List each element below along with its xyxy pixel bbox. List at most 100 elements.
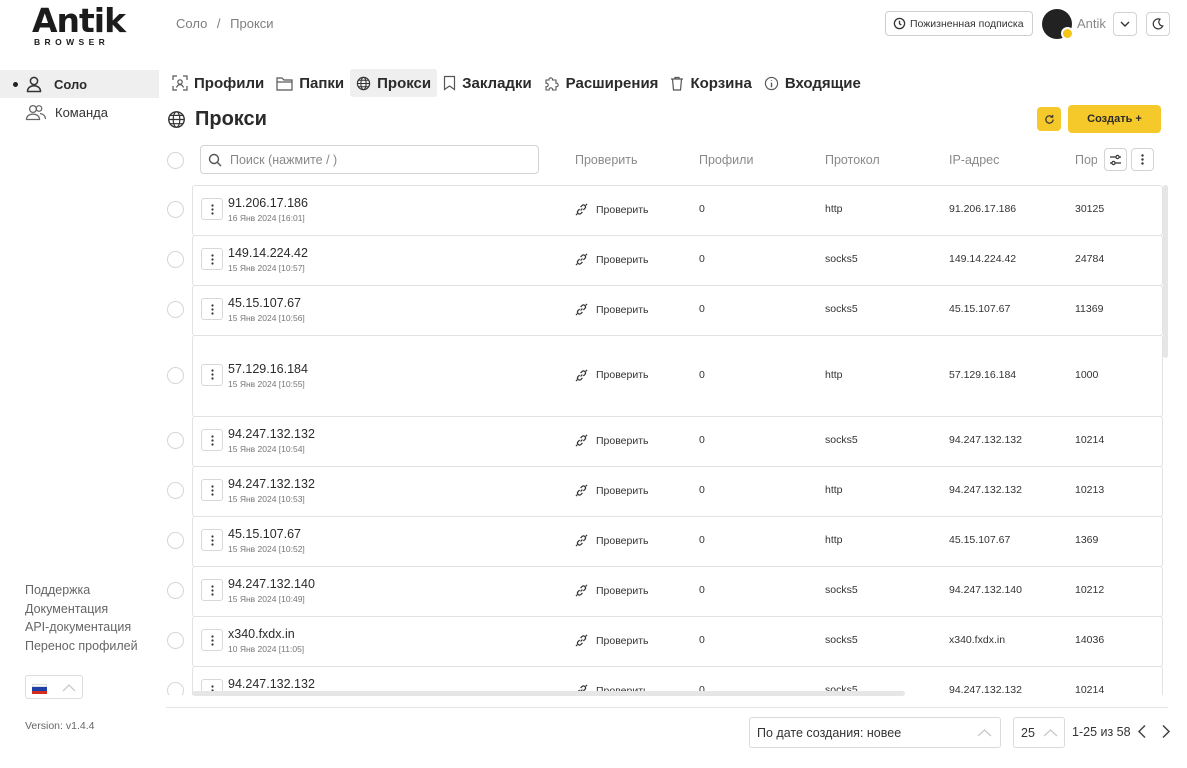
row-port: 10213 [1075,484,1105,496]
link-icon [575,484,588,497]
row-profiles: 0 [699,368,705,381]
row-check-button[interactable]: Проверить [575,634,649,647]
table-row[interactable] [192,616,1163,667]
row-name: 91.206.17.186 [228,196,308,210]
row-port: 1000 [1075,368,1099,381]
row-check-label: Проверить [596,534,649,547]
row-select-radio[interactable] [167,582,184,599]
per-page-select[interactable]: 25 [1013,717,1065,748]
row-protocol: socks5 [825,253,858,265]
more-vertical-icon [210,434,214,446]
row-ip: 91.206.17.186 [949,203,1017,215]
per-page-value: 25 [1021,725,1035,740]
link-icon [575,634,588,647]
row-date: 16 Янв 2024 [16:01] [228,213,305,223]
row-ip: 94.247.132.132 [949,434,1022,446]
row-menu-button[interactable] [201,298,223,320]
row-protocol: http [825,203,843,215]
row-check-button[interactable]: Проверить [575,369,649,382]
row-ip: 94.247.132.132 [949,684,1022,695]
row-check-button[interactable]: Проверить [575,303,649,316]
link-icon [575,203,588,216]
row-protocol: http [825,534,843,546]
row-profiles: 0 [699,584,705,596]
link-icon [575,369,588,381]
row-check-button[interactable]: Проверить [575,203,649,216]
row-menu-button[interactable] [201,363,223,386]
row-select-radio[interactable] [167,201,184,218]
row-menu-button[interactable] [201,248,223,270]
link-icon [575,434,588,447]
row-select-radio[interactable] [167,632,184,649]
row-name: 45.15.107.67 [228,527,301,541]
more-vertical-icon [210,203,214,215]
row-select-radio[interactable] [167,482,184,499]
table-row[interactable] [192,235,1163,286]
row-protocol: socks5 [825,434,858,446]
row-port: 1369 [1075,534,1099,546]
row-check-button[interactable]: Проверить [575,434,649,447]
vertical-scrollbar[interactable] [1163,185,1168,358]
row-menu-button[interactable] [201,429,223,451]
row-check-button[interactable]: Проверить [575,584,649,597]
row-select-radio[interactable] [167,532,184,549]
table-row[interactable] [192,285,1163,336]
row-profiles: 0 [699,253,705,265]
row-ip: 149.14.224.42 [949,253,1017,265]
row-ip: 57.129.16.184 [949,368,1017,381]
link-icon [575,303,588,316]
pagination-range: 1-25 из 58 [1072,725,1131,739]
row-menu-button[interactable] [201,479,223,501]
row-ip: x340.fxdx.in [949,634,1006,646]
table-row[interactable] [192,516,1163,567]
table-row[interactable] [192,335,1163,417]
more-vertical-icon [210,534,214,546]
more-vertical-icon [210,484,214,496]
row-check-label: Проверить [596,634,649,647]
row-select-radio[interactable] [167,366,184,384]
row-port: 10214 [1075,684,1105,695]
row-name: 94.247.132.132 [228,427,315,441]
row-select-radio[interactable] [167,432,184,449]
row-name: 149.14.224.42 [228,246,308,260]
table-row[interactable] [192,185,1163,236]
chevron-up-icon [1043,729,1058,737]
row-check-label: Проверить [596,253,649,266]
row-date: 15 Янв 2024 [10:52] [228,544,305,554]
sort-select[interactable]: По дате создания: новее [749,717,1001,748]
row-check-button[interactable]: Проверить [575,253,649,266]
row-menu-button[interactable] [201,198,223,220]
row-port: 14036 [1075,634,1105,646]
horizontal-scrollbar[interactable] [192,691,905,696]
row-menu-button[interactable] [201,529,223,551]
row-menu-button[interactable] [201,579,223,601]
row-port: 24784 [1075,253,1105,265]
more-vertical-icon [210,303,214,315]
row-name: 57.129.16.184 [228,361,308,376]
proxy-table: 91.206.17.186 16 Янв 2024 [16:01] Проверит… [0,0,1187,695]
next-page-icon[interactable] [1161,724,1171,739]
row-profiles: 0 [699,484,705,496]
prev-page-icon[interactable] [1137,724,1147,739]
row-select-radio[interactable] [167,682,184,695]
row-date: 10 Янв 2024 [11:05] [228,644,305,654]
row-select-radio[interactable] [167,251,184,268]
row-name: x340.fxdx.in [228,627,295,641]
row-check-label: Проверить [596,484,649,497]
row-name: 94.247.132.132 [228,477,315,491]
more-vertical-icon [210,253,214,265]
row-name: 94.247.132.140 [228,577,315,591]
row-profiles: 0 [699,303,705,315]
row-protocol: socks5 [825,584,858,596]
more-vertical-icon [210,634,214,646]
row-date: 15 Янв 2024 [10:56] [228,313,305,323]
chevron-up-icon [977,729,992,737]
row-name: 45.15.107.67 [228,296,301,310]
more-vertical-icon [210,584,214,596]
row-menu-button[interactable] [201,629,223,651]
row-check-button[interactable]: Проверить [575,534,649,547]
row-port: 10214 [1075,434,1105,446]
row-check-button[interactable]: Проверить [575,484,649,497]
row-protocol: http [825,368,843,381]
row-select-radio[interactable] [167,301,184,318]
